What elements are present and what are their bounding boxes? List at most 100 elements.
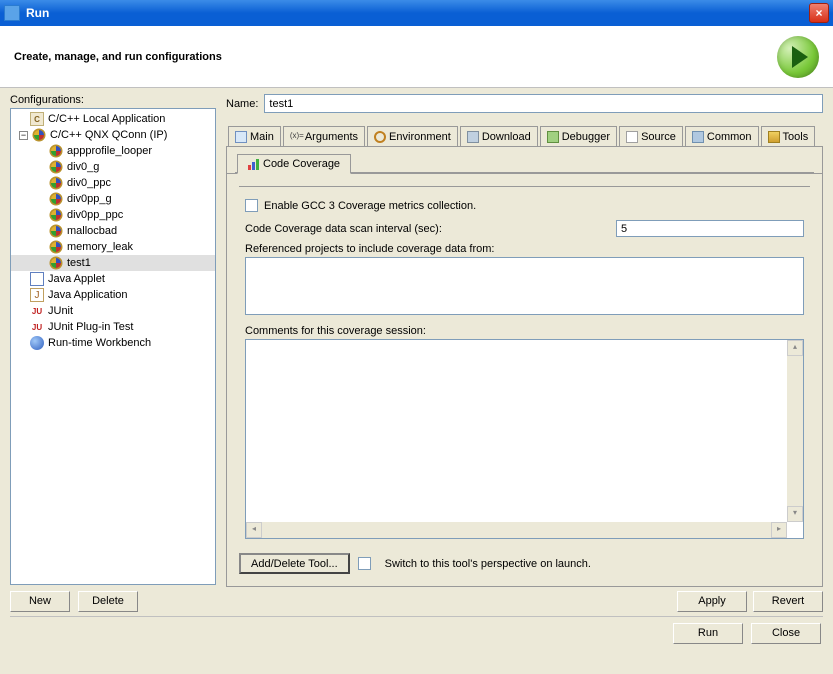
tree-item-label: memory_leak xyxy=(67,241,133,253)
java-app-icon: J xyxy=(30,288,44,302)
tree-item[interactable]: div0_g xyxy=(11,159,215,175)
tree-item[interactable]: appprofile_looper xyxy=(11,143,215,159)
collapse-icon[interactable]: − xyxy=(19,131,28,140)
tree-item-label: JUnit xyxy=(48,305,73,317)
tab-tools[interactable]: Tools xyxy=(761,126,816,146)
close-button[interactable]: Close xyxy=(751,623,821,644)
tree-item-label: Java Applet xyxy=(48,273,105,285)
tree-item[interactable]: div0pp_ppc xyxy=(11,207,215,223)
header-text: Create, manage, and run configurations xyxy=(14,51,777,63)
tab-code-coverage[interactable]: Code Coverage xyxy=(237,154,351,174)
main-icon xyxy=(235,131,247,143)
run-icon xyxy=(777,36,819,78)
scroll-down-icon[interactable]: ▾ xyxy=(787,506,803,522)
tab-label: Main xyxy=(250,131,274,143)
tab-label: Source xyxy=(641,131,676,143)
qnx-icon xyxy=(49,144,63,158)
referenced-projects-label: Referenced projects to include coverage … xyxy=(245,243,804,255)
tree-item[interactable]: JUJUnit Plug-in Test xyxy=(11,319,215,335)
tree-item[interactable]: J Java Application xyxy=(11,287,215,303)
tree-item[interactable]: div0pp_g xyxy=(11,191,215,207)
tab-download[interactable]: Download xyxy=(460,126,538,146)
window-title: Run xyxy=(26,6,809,20)
close-icon[interactable]: × xyxy=(809,3,829,23)
interval-input[interactable] xyxy=(616,220,804,237)
run-button[interactable]: Run xyxy=(673,623,743,644)
scroll-right-icon[interactable]: ▸ xyxy=(771,522,787,538)
qnx-icon xyxy=(49,256,63,270)
tree-item-label: JUnit Plug-in Test xyxy=(48,321,133,333)
tree-item-label: Java Application xyxy=(48,289,128,301)
delete-button[interactable]: Delete xyxy=(78,591,138,612)
qnx-icon xyxy=(49,160,63,174)
tree-item[interactable]: Run-time Workbench xyxy=(11,335,215,351)
environment-icon xyxy=(374,131,386,143)
new-button[interactable]: New xyxy=(10,591,70,612)
tab-bar: Main (x)=Arguments Environment Download Debu… xyxy=(226,125,823,147)
tree-item-label: appprofile_looper xyxy=(67,145,152,157)
chart-icon xyxy=(248,159,259,170)
qnx-icon xyxy=(49,176,63,190)
switch-perspective-checkbox[interactable] xyxy=(358,557,371,570)
tab-label: Tools xyxy=(783,131,809,143)
tab-label: Common xyxy=(707,131,752,143)
tree-item[interactable]: C C/C++ Local Application xyxy=(11,111,215,127)
tree-item-label: C/C++ Local Application xyxy=(48,113,165,125)
configurations-tree[interactable]: C C/C++ Local Application − C/C++ QNX QConn… xyxy=(10,108,216,585)
referenced-projects-list[interactable] xyxy=(245,257,804,315)
tab-label: Arguments xyxy=(305,131,358,143)
tree-item[interactable]: − C/C++ QNX QConn (IP) xyxy=(11,127,215,143)
dl-icon xyxy=(467,131,479,143)
qnx-icon xyxy=(32,128,46,142)
tree-item[interactable]: Java Applet xyxy=(11,271,215,287)
apply-button[interactable]: Apply xyxy=(677,591,747,612)
tree-item-label: test1 xyxy=(67,257,91,269)
tree-item[interactable]: JU JUnit xyxy=(11,303,215,319)
java-applet-icon xyxy=(30,272,44,286)
sub-tab-bar: Code Coverage xyxy=(226,147,823,174)
qnx-icon xyxy=(49,224,63,238)
tab-arguments[interactable]: (x)=Arguments xyxy=(283,126,365,146)
tree-item-label: div0_ppc xyxy=(67,177,111,189)
tab-label: Download xyxy=(482,131,531,143)
scroll-up-icon[interactable]: ▴ xyxy=(787,340,803,356)
enable-coverage-checkbox[interactable] xyxy=(245,199,258,212)
tree-item-label: div0_g xyxy=(67,161,99,173)
arguments-icon: (x)= xyxy=(290,131,302,143)
tab-common[interactable]: Common xyxy=(685,126,759,146)
tree-item-label: mallocbad xyxy=(67,225,117,237)
configurations-label: Configurations: xyxy=(10,94,216,106)
horizontal-scrollbar[interactable]: ◂ ▸ xyxy=(246,522,787,538)
name-label: Name: xyxy=(226,98,258,110)
name-input[interactable] xyxy=(264,94,823,113)
dialog-header: Create, manage, and run configurations xyxy=(0,26,833,88)
tree-item-label: div0pp_ppc xyxy=(67,209,123,221)
tab-environment[interactable]: Environment xyxy=(367,126,458,146)
add-delete-tool-button[interactable]: Add/Delete Tool... xyxy=(239,553,350,574)
dbg-icon xyxy=(547,131,559,143)
tab-label: Debugger xyxy=(562,131,610,143)
tab-source[interactable]: Source xyxy=(619,126,683,146)
vertical-scrollbar[interactable]: ▴ ▾ xyxy=(787,340,803,522)
tree-item[interactable]: memory_leak xyxy=(11,239,215,255)
tree-item-label: div0pp_g xyxy=(67,193,112,205)
scroll-left-icon[interactable]: ◂ xyxy=(246,522,262,538)
tree-item[interactable]: div0_ppc xyxy=(11,175,215,191)
revert-button[interactable]: Revert xyxy=(753,591,823,612)
comments-textarea[interactable]: ▴ ▾ ◂ ▸ xyxy=(245,339,804,539)
tab-label: Environment xyxy=(389,131,451,143)
interval-label: Code Coverage data scan interval (sec): xyxy=(245,223,442,235)
com-icon xyxy=(692,131,704,143)
tab-main[interactable]: Main xyxy=(228,126,281,146)
tree-item[interactable]: mallocbad xyxy=(11,223,215,239)
tree-item-label: C/C++ QNX QConn (IP) xyxy=(50,129,167,141)
tree-item-label: Run-time Workbench xyxy=(48,337,151,349)
tool-icon xyxy=(768,131,780,143)
qnx-icon xyxy=(49,208,63,222)
c-app-icon: C xyxy=(30,112,44,126)
tab-debugger[interactable]: Debugger xyxy=(540,126,617,146)
junit-icon: JU xyxy=(30,304,44,318)
enable-coverage-label: Enable GCC 3 Coverage metrics collection… xyxy=(264,200,476,212)
switch-perspective-label: Switch to this tool's perspective on lau… xyxy=(385,558,591,570)
tree-item[interactable]: test1 xyxy=(11,255,215,271)
